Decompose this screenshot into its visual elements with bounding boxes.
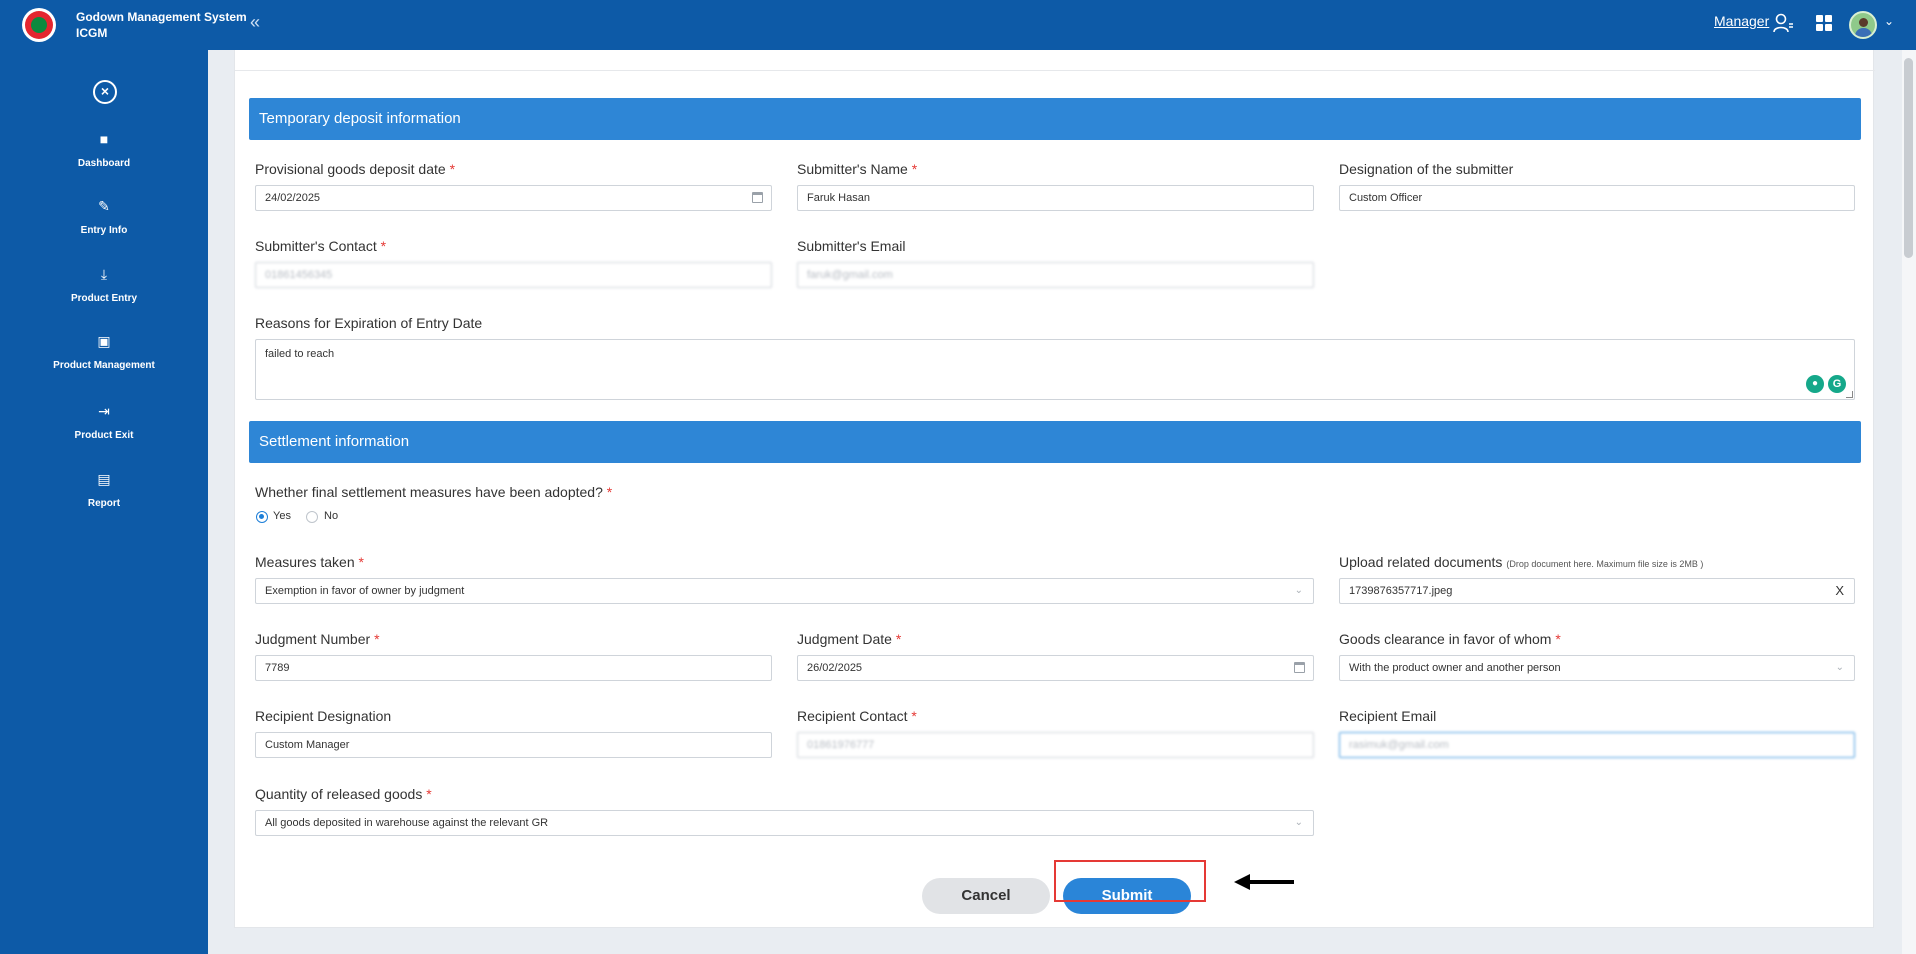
report-icon: ▤	[97, 471, 111, 487]
submitter-name-label: Submitter's Name *	[797, 161, 918, 177]
top-bar: Godown Management System ICGM « Manager …	[0, 0, 1916, 50]
judgment-number-field[interactable]: 7789	[255, 655, 772, 681]
user-role-link[interactable]: Manager	[1714, 13, 1769, 29]
chevron-down-icon: ⌄	[1294, 585, 1303, 596]
close-icon[interactable]: ×	[93, 80, 117, 104]
radio-yes-label[interactable]: Yes	[273, 510, 291, 522]
sidebar-item-label: Report	[87, 498, 121, 509]
grammar-hint-icon[interactable]: ●	[1806, 375, 1824, 393]
judgment-date-label: Judgment Date *	[797, 631, 902, 647]
upload-field[interactable]: 1739876357717.jpeg X	[1339, 578, 1855, 604]
government-logo	[22, 8, 56, 42]
avatar[interactable]	[1849, 11, 1877, 39]
dashboard-icon: ■	[99, 131, 109, 147]
recipient-contact-field[interactable]: 01861976777	[797, 732, 1314, 758]
submitter-email-field[interactable]: faruk@gmail.com	[797, 262, 1314, 288]
recipient-email-field[interactable]: rasimuk@gmail.com	[1339, 732, 1855, 758]
submitter-name-field[interactable]: Faruk Hasan	[797, 185, 1314, 211]
recipient-designation-field[interactable]: Custom Manager	[255, 732, 772, 758]
sidebar-item-entry-info[interactable]: ✎ Entry Info	[0, 197, 208, 236]
sidebar-item-product-exit[interactable]: ⇥ Product Exit	[0, 402, 208, 441]
app-title-text: Godown Management System	[76, 10, 247, 24]
section-temporary-deposit: Temporary deposit information	[249, 98, 1861, 140]
entry-info-icon: ✎	[98, 198, 110, 214]
calendar-icon[interactable]	[752, 192, 763, 203]
sidebar: × ■ Dashboard ✎ Entry Info ⤓ Product Ent…	[0, 50, 208, 954]
divider	[235, 70, 1875, 71]
submitter-contact-field[interactable]: 01861456345	[255, 262, 772, 288]
judgment-number-label: Judgment Number *	[255, 631, 380, 647]
chevron-down-icon[interactable]: ⌄	[1884, 14, 1894, 28]
clear-file-icon[interactable]: X	[1835, 579, 1844, 603]
sidebar-item-label: Product Management	[53, 360, 155, 371]
app-title: Godown Management System ICGM	[76, 9, 247, 41]
measures-taken-label: Measures taken *	[255, 554, 364, 570]
sidebar-item-label: Dashboard	[77, 158, 131, 169]
final-measures-label: Whether final settlement measures have b…	[255, 484, 613, 500]
deposit-date-label: Provisional goods deposit date *	[255, 161, 456, 177]
clearance-label: Goods clearance in favor of whom *	[1339, 631, 1561, 647]
sidebar-item-product-management[interactable]: ▣ Product Management	[0, 332, 208, 371]
reasons-text: failed to reach	[265, 348, 335, 360]
section-settlement: Settlement information	[249, 421, 1861, 463]
quantity-select[interactable]: All goods deposited in warehouse against…	[255, 810, 1314, 836]
sidebar-item-product-entry[interactable]: ⤓ Product Entry	[0, 265, 208, 304]
scrollbar-thumb[interactable]	[1904, 58, 1913, 258]
measures-taken-select[interactable]: Exemption in favor of owner by judgment ⌄	[255, 578, 1314, 604]
upload-label: Upload related documents (Drop document …	[1339, 554, 1704, 570]
radio-no-label[interactable]: No	[324, 510, 338, 522]
apps-grid-icon[interactable]	[1816, 15, 1832, 31]
sidebar-item-label: Entry Info	[80, 225, 128, 236]
quantity-label: Quantity of released goods *	[255, 786, 432, 802]
deposit-date-field[interactable]: 24/02/2025	[255, 185, 772, 211]
switch-user-icon[interactable]	[1772, 12, 1794, 34]
app-subtitle: ICGM	[76, 26, 108, 40]
sidebar-item-label: Product Exit	[74, 430, 134, 441]
judgment-date-field[interactable]: 26/02/2025	[797, 655, 1314, 681]
recipient-email-label: Recipient Email	[1339, 708, 1437, 724]
chevron-down-icon: ⌄	[1835, 662, 1844, 673]
reasons-label: Reasons for Expiration of Entry Date	[255, 315, 483, 331]
arrow-left-icon	[1234, 874, 1294, 890]
sidebar-item-label: Product Entry	[70, 293, 138, 304]
calendar-icon[interactable]	[1294, 662, 1305, 673]
recipient-designation-label: Recipient Designation	[255, 708, 392, 724]
exit-icon: ⇥	[98, 403, 110, 419]
form-card: Temporary deposit information Provisiona…	[234, 50, 1875, 928]
recipient-contact-label: Recipient Contact *	[797, 708, 917, 724]
download-icon: ⤓	[100, 266, 108, 282]
submitter-email-label: Submitter's Email	[797, 238, 906, 254]
radio-yes[interactable]	[256, 511, 268, 523]
designation-label: Designation of the submitter	[1339, 161, 1514, 177]
collapse-sidebar-icon[interactable]: «	[250, 12, 260, 33]
submitter-contact-label: Submitter's Contact *	[255, 238, 387, 254]
radio-no[interactable]	[306, 511, 318, 523]
grammarly-icon[interactable]: G	[1828, 375, 1846, 393]
resize-handle-icon[interactable]	[1846, 391, 1853, 398]
clearance-select[interactable]: With the product owner and another perso…	[1339, 655, 1855, 681]
sidebar-item-report[interactable]: ▤ Report	[0, 470, 208, 509]
management-icon: ▣	[97, 333, 111, 349]
chevron-down-icon: ⌄	[1294, 817, 1303, 828]
submit-highlight-box	[1054, 860, 1206, 902]
reasons-textarea[interactable]: failed to reach ● G	[255, 339, 1855, 400]
cancel-button[interactable]: Cancel	[922, 878, 1050, 914]
designation-field[interactable]: Custom Officer	[1339, 185, 1855, 211]
sidebar-item-dashboard[interactable]: ■ Dashboard	[0, 130, 208, 169]
